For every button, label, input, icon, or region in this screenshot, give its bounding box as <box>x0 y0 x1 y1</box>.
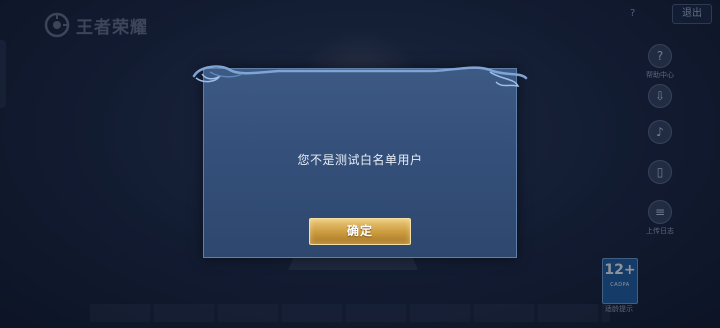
confirm-button[interactable]: 确定 <box>309 218 411 245</box>
dialog-message: 您不是测试白名单用户 <box>297 153 423 167</box>
cloud-ornament-icon <box>192 65 528 88</box>
